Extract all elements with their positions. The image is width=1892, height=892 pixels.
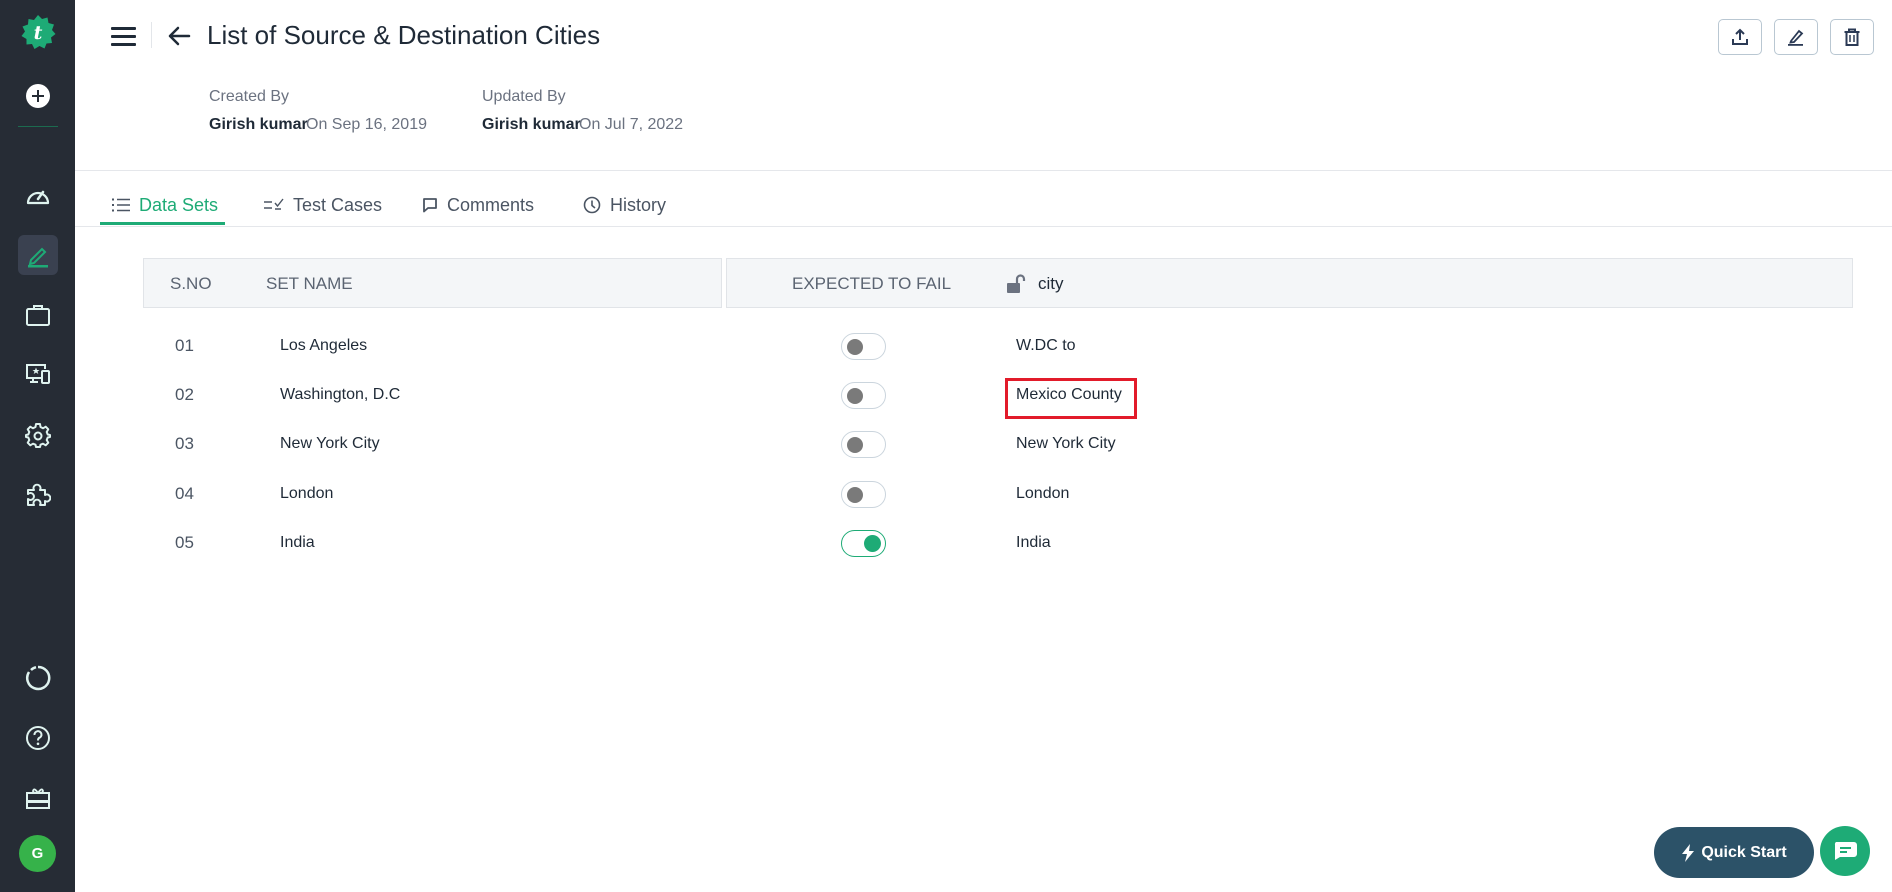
parameter-lock-toggle[interactable] — [1006, 274, 1028, 299]
pencil-icon — [28, 247, 48, 268]
cell-city[interactable]: W.DC to — [1016, 337, 1076, 355]
tab-label: Comments — [447, 194, 535, 215]
testsigma-logo-icon: t — [21, 15, 56, 49]
sidebar-item-progress[interactable] — [18, 658, 58, 698]
sidebar-item-dashboard[interactable] — [18, 175, 58, 215]
active-tab-indicator — [100, 222, 225, 225]
expected-to-fail-toggle[interactable] — [841, 382, 886, 409]
toggle-knob — [847, 487, 863, 503]
sidebar-item-addons[interactable] — [18, 475, 58, 515]
chat-icon — [1834, 842, 1857, 860]
updated-by-name: Girish kumar — [482, 116, 581, 133]
toggle-knob — [847, 339, 863, 355]
cell-sno: 02 — [175, 385, 194, 404]
back-button[interactable] — [167, 25, 191, 47]
trash-icon — [1844, 28, 1860, 46]
tab-history[interactable]: History — [583, 185, 666, 225]
export-button[interactable] — [1718, 19, 1762, 55]
sidebar-item-whats-new[interactable] — [18, 778, 58, 818]
table-header-left — [143, 258, 722, 308]
created-by-name: Girish kumar — [209, 116, 308, 133]
created-on-date: On Sep 16, 2019 — [306, 116, 427, 133]
edit-button[interactable] — [1774, 19, 1818, 55]
app-logo[interactable]: t — [18, 12, 58, 52]
menu-toggle-button[interactable] — [111, 25, 136, 47]
tab-test-cases[interactable]: Test Cases — [264, 185, 382, 225]
tabs-top-divider — [75, 170, 1892, 171]
page-title: List of Source & Destination Cities — [207, 20, 601, 50]
sidebar-item-devices[interactable] — [18, 355, 58, 395]
cell-set-name[interactable]: India — [280, 534, 315, 552]
loader-ring-icon — [26, 665, 51, 691]
quick-start-button[interactable]: Quick Start — [1654, 827, 1814, 878]
toggle-knob — [847, 437, 863, 453]
cell-set-name[interactable]: London — [280, 485, 333, 503]
cell-sno: 03 — [175, 434, 194, 453]
tabs-bottom-divider — [75, 226, 1892, 227]
cell-set-name[interactable]: Washington, D.C — [280, 386, 400, 404]
sidebar: t G — [0, 0, 75, 892]
pencil-icon — [1788, 29, 1804, 46]
puzzle-icon — [27, 483, 51, 506]
toggle-knob — [864, 535, 881, 552]
updated-by-label: Updated By — [482, 88, 566, 105]
chat-button[interactable] — [1820, 826, 1870, 876]
sidebar-item-help[interactable] — [18, 718, 58, 758]
list-icon — [112, 198, 130, 212]
highlighted-cell-outline — [1005, 378, 1137, 419]
speedometer-icon — [26, 190, 50, 205]
tab-label: Test Cases — [293, 194, 383, 215]
sidebar-item-projects[interactable] — [18, 295, 58, 335]
unlock-icon — [1007, 274, 1026, 293]
column-header-set-name: SET NAME — [266, 274, 353, 293]
tab-label: Data Sets — [139, 194, 219, 215]
sidebar-divider — [18, 126, 58, 127]
question-circle-icon — [26, 726, 50, 750]
lightning-icon — [1682, 843, 1695, 862]
cell-set-name[interactable]: Los Angeles — [280, 337, 367, 355]
checklist-icon — [264, 198, 284, 210]
cell-city[interactable]: London — [1016, 485, 1069, 503]
column-header-city[interactable]: city — [1038, 274, 1064, 294]
sidebar-item-settings[interactable] — [18, 415, 58, 455]
cell-set-name[interactable]: New York City — [280, 435, 380, 453]
sidebar-item-test-design[interactable] — [18, 235, 58, 275]
tab-label: History — [610, 194, 667, 215]
clock-icon — [583, 196, 601, 214]
gear-icon — [25, 423, 51, 448]
toggle-knob — [847, 388, 863, 404]
column-header-sno: S.NO — [170, 274, 212, 293]
delete-button[interactable] — [1830, 19, 1874, 55]
expected-to-fail-toggle[interactable] — [841, 530, 886, 557]
column-header-expected-to-fail: EXPECTED TO FAIL — [792, 274, 952, 293]
header-separator — [151, 22, 152, 48]
expected-to-fail-toggle[interactable] — [841, 431, 886, 458]
tab-comments[interactable]: Comments — [422, 185, 534, 225]
created-by-label: Created By — [209, 88, 290, 105]
gift-icon — [26, 788, 50, 809]
updated-on-date: On Jul 7, 2022 — [579, 116, 684, 133]
svg-text:t: t — [34, 22, 43, 44]
cell-sno: 04 — [175, 484, 194, 503]
create-button[interactable] — [18, 76, 58, 116]
comment-icon — [423, 198, 437, 213]
expected-to-fail-toggle[interactable] — [841, 333, 886, 360]
plus-circle-icon — [26, 84, 50, 108]
cell-city[interactable]: India — [1016, 534, 1051, 552]
tab-data-sets[interactable]: Data Sets — [112, 185, 218, 225]
cell-city[interactable]: New York City — [1016, 435, 1116, 453]
monitor-star-icon — [26, 364, 50, 384]
cell-sno: 05 — [175, 533, 194, 552]
user-avatar[interactable]: G — [19, 835, 56, 872]
briefcase-icon — [26, 305, 50, 326]
arrow-left-icon — [168, 26, 191, 46]
upload-icon — [1732, 28, 1748, 45]
cell-sno: 01 — [175, 336, 194, 355]
quick-start-label: Quick Start — [1701, 843, 1787, 861]
expected-to-fail-toggle[interactable] — [841, 481, 886, 508]
